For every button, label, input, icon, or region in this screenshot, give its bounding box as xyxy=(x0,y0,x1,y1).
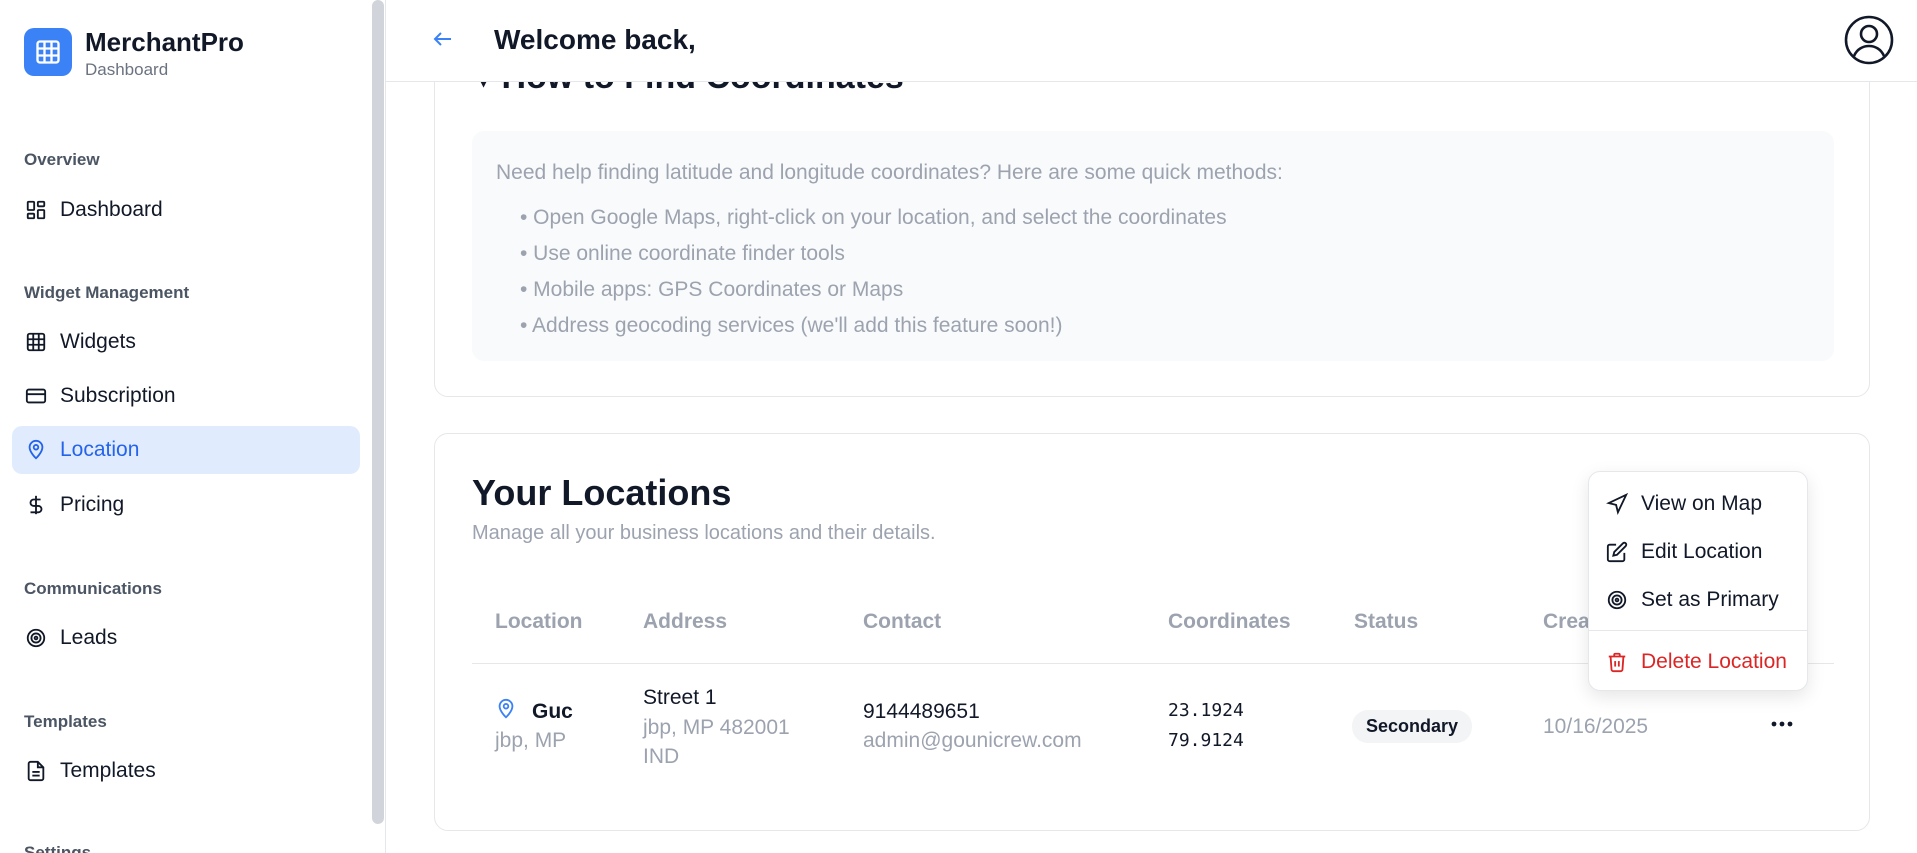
trash-icon xyxy=(1605,650,1629,674)
back-arrow-icon[interactable] xyxy=(431,27,455,51)
column-header-coordinates: Coordinates xyxy=(1168,610,1291,633)
help-list: • Open Google Maps, right-click on your … xyxy=(520,203,1227,347)
map-pin-icon xyxy=(495,697,517,727)
contact-phone: 9144489651 xyxy=(863,700,980,723)
status-badge: Secondary xyxy=(1352,710,1473,743)
brand-name: MerchantPro xyxy=(85,27,244,57)
user-avatar-icon[interactable] xyxy=(1843,14,1895,66)
dollar-icon xyxy=(24,493,48,517)
menu-divider xyxy=(1589,630,1807,631)
location-city: jbp, MP xyxy=(495,729,567,752)
address-street: Street 1 xyxy=(643,686,717,709)
welcome-text: Welcome back, xyxy=(494,24,696,55)
app-root: MerchantPro Dashboard Overview Dashboard… xyxy=(0,0,1917,853)
sidebar-item-templates[interactable]: Templates xyxy=(12,747,360,795)
section-label-settings: Settings xyxy=(24,843,92,853)
column-header-address: Address xyxy=(643,610,728,633)
sidebar-item-label: Pricing xyxy=(60,493,125,516)
locations-subtitle: Manage all your business locations and t… xyxy=(472,522,936,544)
target-icon xyxy=(1605,588,1629,612)
menu-item-delete-location[interactable]: Delete Location xyxy=(1597,640,1801,684)
target-icon xyxy=(24,626,48,650)
more-horizontal-icon xyxy=(1771,721,1793,727)
sidebar-item-subscription[interactable]: Subscription xyxy=(12,372,360,420)
document-icon xyxy=(24,759,48,783)
column-header-contact: Contact xyxy=(863,610,942,633)
sidebar: MerchantPro Dashboard Overview Dashboard… xyxy=(0,0,373,853)
sidebar-item-label: Subscription xyxy=(60,384,176,407)
sidebar-item-label: Widgets xyxy=(60,330,136,353)
sidebar-scrollbar[interactable] xyxy=(372,0,384,824)
dashboard-icon xyxy=(24,198,48,222)
list-item: • Use online coordinate finder tools xyxy=(520,242,845,265)
column-header-location: Location xyxy=(495,610,583,633)
location-name: Guc xyxy=(532,700,573,723)
menu-item-edit-location[interactable]: Edit Location xyxy=(1597,530,1801,574)
credit-card-icon xyxy=(24,384,48,408)
sidebar-item-dashboard[interactable]: Dashboard xyxy=(12,186,360,234)
address-country: IND xyxy=(643,745,680,768)
locations-title: Your Locations xyxy=(472,472,732,513)
brand: MerchantPro Dashboard xyxy=(24,27,244,80)
sidebar-item-leads[interactable]: Leads xyxy=(12,614,360,662)
edit-icon xyxy=(1605,540,1629,564)
brand-subtitle: Dashboard xyxy=(85,60,169,79)
coordinate-latitude: 23.1924 xyxy=(1168,700,1244,721)
section-label-overview: Overview xyxy=(24,150,100,169)
row-actions-button[interactable] xyxy=(1764,709,1800,739)
column-header-status: Status xyxy=(1354,610,1419,633)
sidebar-item-label: Location xyxy=(60,438,140,461)
sidebar-item-pricing[interactable]: Pricing xyxy=(12,481,360,529)
row-actions-menu: View on Map Edit Location Set as Primary xyxy=(1588,471,1808,691)
sidebar-item-label: Dashboard xyxy=(60,198,163,221)
sidebar-divider xyxy=(385,0,386,853)
sidebar-item-label: Leads xyxy=(60,626,118,649)
section-label-widget-management: Widget Management xyxy=(24,283,190,302)
list-item: • Open Google Maps, right-click on your … xyxy=(520,206,1227,229)
menu-item-set-primary[interactable]: Set as Primary xyxy=(1597,578,1801,622)
grid-icon xyxy=(24,330,48,354)
menu-item-view-on-map[interactable]: View on Map xyxy=(1597,482,1801,526)
list-item: • Mobile apps: GPS Coordinates or Maps xyxy=(520,278,904,301)
top-header: Welcome back, xyxy=(386,0,1917,82)
section-label-communications: Communications xyxy=(24,579,162,598)
map-pin-icon xyxy=(24,438,48,462)
navigation-icon xyxy=(1605,492,1629,516)
address-line2: jbp, MP 482001 xyxy=(643,716,790,739)
help-intro: Need help finding latitude and longitude… xyxy=(496,161,1283,184)
brand-logo-icon xyxy=(24,28,72,76)
coordinate-longitude: 79.9124 xyxy=(1168,730,1244,751)
contact-email: admin@gounicrew.com xyxy=(863,729,1082,752)
section-label-templates: Templates xyxy=(24,712,107,731)
sidebar-item-label: Templates xyxy=(60,759,156,782)
sidebar-item-location[interactable]: Location xyxy=(12,426,360,474)
created-date: 10/16/2025 xyxy=(1543,715,1649,738)
help-box: Need help finding latitude and longitude… xyxy=(472,131,1834,361)
list-item: • Address geocoding services (we'll add … xyxy=(520,314,1063,337)
sidebar-item-widgets[interactable]: Widgets xyxy=(12,318,360,366)
